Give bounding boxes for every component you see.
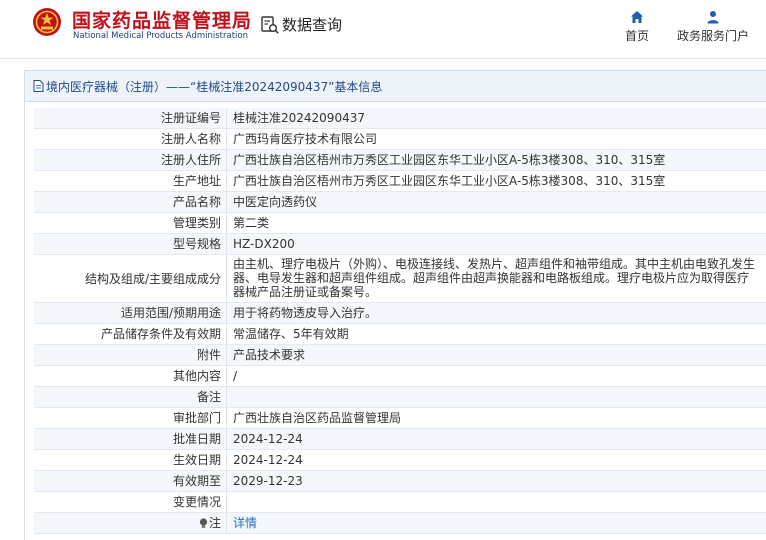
site-header: 国家药品监督管理局 National Medical Products Admi… <box>0 0 766 58</box>
nav-home-label: 首页 <box>624 29 649 43</box>
user-icon <box>707 11 719 24</box>
field-label: 变更情况 <box>34 492 227 512</box>
detail-table: 注册证编号 桂械注准20242090437 注册人名称 广西玛肯医疗技术有限公司 注… <box>34 108 766 534</box>
field-label: 注册人住所 <box>34 150 227 170</box>
field-value: 2029-12-23 <box>233 474 303 488</box>
brand-title: 国家药品监督管理局 <box>72 10 253 32</box>
field-label: 结构及组成/主要组成成分 <box>34 255 227 302</box>
field-value-cell: 详情 <box>227 513 766 533</box>
table-row: 产品储存条件及有效期 常温储存、5年有效期 <box>34 324 766 345</box>
field-label: 注册人名称 <box>34 129 227 149</box>
field-value: 桂械注准20242090437 <box>233 111 365 125</box>
field-value: 中医定向透药仪 <box>233 195 318 209</box>
table-row: 型号规格 HZ-DX200 <box>34 234 766 255</box>
table-row: 有效期至 2029-12-23 <box>34 471 766 492</box>
table-row: 批准日期 2024-12-24 <box>34 429 766 450</box>
field-value <box>227 387 766 407</box>
field-label: 生产地址 <box>34 171 227 191</box>
field-label: 附件 <box>34 345 227 365</box>
brand-subtitle: National Medical Products Administration <box>73 31 248 41</box>
field-value: HZ-DX200 <box>233 237 295 251</box>
table-row: 注 详情 <box>34 513 766 534</box>
field-label: 管理类别 <box>34 213 227 233</box>
field-value: 2024-12-24 <box>233 432 303 446</box>
search-document-icon <box>261 15 279 34</box>
field-label: 产品储存条件及有效期 <box>34 324 227 344</box>
field-value: 用于将药物透皮导入治疗。 <box>233 306 378 320</box>
table-row: 附件 产品技术要求 <box>34 345 766 366</box>
field-label: 批准日期 <box>34 429 227 449</box>
home-icon <box>631 11 643 23</box>
field-label: 注册证编号 <box>34 108 227 128</box>
table-row: 产品名称 中医定向透药仪 <box>34 192 766 213</box>
table-row: 其他内容 / <box>34 366 766 387</box>
header-divider <box>0 58 766 59</box>
table-row: 注册证编号 桂械注准20242090437 <box>34 108 766 129</box>
bulb-icon <box>199 517 208 528</box>
panel-header: 境内医疗器械（注册）——“桂械注准20242090437”基本信息 <box>25 71 766 102</box>
national-emblem-icon <box>33 8 61 36</box>
note-label-cell: 注 <box>34 513 227 533</box>
field-label: 适用范围/预期用途 <box>34 303 227 323</box>
detail-panel: 境内医疗器械（注册）——“桂械注准20242090437”基本信息 注册证编号桂… <box>24 70 766 540</box>
table-row: 变更情况 <box>34 492 766 513</box>
field-label: 生效日期 <box>34 450 227 470</box>
details-link[interactable]: 详情 <box>233 516 257 530</box>
field-value <box>227 492 766 512</box>
field-value: 2024-12-24 <box>233 453 303 467</box>
table-row: 注册人住所 广西壮族自治区梧州市万秀区工业园区东华工业小区A-5栋3楼308、31… <box>34 150 766 171</box>
field-label: 审批部门 <box>34 408 227 428</box>
field-label: 产品名称 <box>34 192 227 212</box>
nav-home[interactable]: 首页 <box>620 10 654 44</box>
table-row: 审批部门 广西壮族自治区药品监督管理局 <box>34 408 766 429</box>
table-row: 生产地址 广西壮族自治区梧州市万秀区工业园区东华工业小区A-5栋3楼308、310… <box>34 171 766 192</box>
nav-service-portal-label: 政务服务门户 <box>676 29 749 43</box>
document-icon <box>33 80 44 92</box>
field-label: 有效期至 <box>34 471 227 491</box>
nav-service-portal[interactable]: 政务服务门户 <box>676 10 750 44</box>
field-value: 广西壮族自治区药品监督管理局 <box>233 411 402 425</box>
field-value: 广西壮族自治区梧州市万秀区工业园区东华工业小区A-5栋3楼308、310、315… <box>233 153 666 167</box>
field-label: 其他内容 <box>34 366 227 386</box>
field-value: 第二类 <box>233 216 270 230</box>
field-label: 型号规格 <box>34 234 227 254</box>
field-value: 常温储存、5年有效期 <box>233 327 349 341</box>
field-value: / <box>233 369 238 383</box>
table-row: 结构及组成/主要组成成分 由主机、理疗电极片（外购）、电极连接线、发热片、超声组件… <box>34 255 766 303</box>
table-row: 适用范围/预期用途 用于将药物透皮导入治疗。 <box>34 303 766 324</box>
panel-title: 境内医疗器械（注册）——“桂械注准20242090437”基本信息 <box>46 79 383 94</box>
table-row: 管理类别 第二类 <box>34 213 766 234</box>
field-label: 注 <box>208 516 221 530</box>
field-value: 广西玛肯医疗技术有限公司 <box>233 132 378 146</box>
data-query-link[interactable]: 数据查询 <box>260 14 342 35</box>
field-label: 备注 <box>34 387 227 407</box>
table-row: 生效日期 2024-12-24 <box>34 450 766 471</box>
field-value: 产品技术要求 <box>233 348 306 362</box>
table-row: 备注 <box>34 387 766 408</box>
field-value: 由主机、理疗电极片（外购）、电极连接线、发热片、超声组件和袖带组成。其中主机由电… <box>233 257 756 299</box>
field-value: 广西壮族自治区梧州市万秀区工业园区东华工业小区A-5栋3楼308、310、315… <box>233 174 666 188</box>
table-row: 注册人名称 广西玛肯医疗技术有限公司 <box>34 129 766 150</box>
data-query-label: 数据查询 <box>282 16 343 34</box>
